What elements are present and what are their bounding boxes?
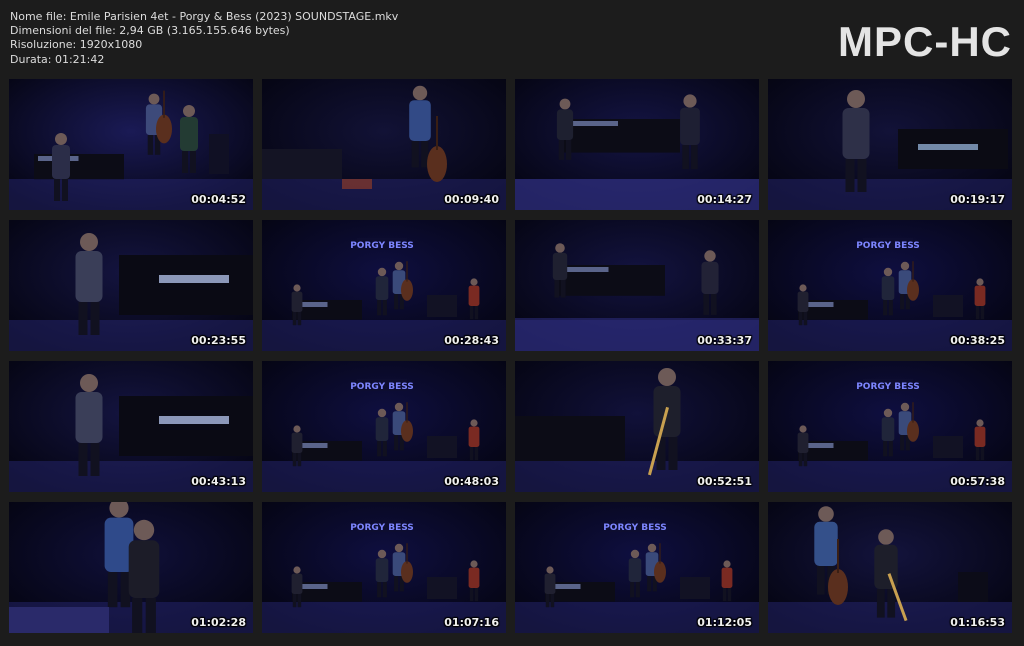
- scene-image: PORGY BESS: [768, 220, 1012, 351]
- scene-image: PORGY BESS: [262, 361, 506, 492]
- scene-image: [768, 79, 1012, 210]
- scene-image: [9, 502, 253, 633]
- file-name: Nome file: Emile Parisien 4et - Porgy & …: [10, 10, 399, 23]
- thumbnail[interactable]: 00:43:13: [9, 361, 253, 492]
- timestamp: 01:12:05: [697, 616, 752, 629]
- thumbnail[interactable]: 00:52:51: [515, 361, 759, 492]
- timestamp: 00:09:40: [444, 193, 499, 206]
- thumbnail-grid: 00:04:52 00:09:40 00:14:27 00:19:17 00:2…: [9, 79, 1012, 633]
- thumbnail[interactable]: PORGY BESS 01:07:16: [262, 502, 506, 633]
- file-duration: Durata: 01:21:42: [10, 52, 105, 66]
- thumbnail[interactable]: 01:02:28: [9, 502, 253, 633]
- thumbnail[interactable]: PORGY BESS 00:57:38: [768, 361, 1012, 492]
- scene-image: [515, 79, 759, 210]
- thumbnail[interactable]: 00:04:52: [9, 79, 253, 210]
- thumbnail[interactable]: 00:14:27: [515, 79, 759, 210]
- thumbnail[interactable]: 00:23:55: [9, 220, 253, 351]
- svg-text:PORGY BESS: PORGY BESS: [350, 523, 414, 533]
- timestamp: 00:38:25: [950, 334, 1005, 347]
- thumbnail[interactable]: PORGY BESS 00:28:43: [262, 220, 506, 351]
- svg-text:PORGY BESS: PORGY BESS: [350, 241, 414, 251]
- scene-image: [9, 220, 253, 351]
- scene-image: [262, 79, 506, 210]
- file-info: Nome file: Emile Parisien 4et - Porgy & …: [10, 10, 398, 67]
- thumbnail[interactable]: PORGY BESS 00:48:03: [262, 361, 506, 492]
- thumbnail[interactable]: 00:33:37: [515, 220, 759, 351]
- file-size: Dimensioni del file: 2,94 GB (3.165.155.…: [10, 24, 290, 38]
- timestamp: 01:07:16: [444, 616, 499, 629]
- thumbnail[interactable]: 01:16:53: [768, 502, 1012, 633]
- svg-text:PORGY BESS: PORGY BESS: [350, 382, 414, 392]
- scene-image: PORGY BESS: [262, 502, 506, 633]
- timestamp: 00:14:27: [697, 193, 752, 206]
- timestamp: 00:23:55: [191, 334, 246, 347]
- scene-image: [9, 79, 253, 210]
- timestamp: 00:33:37: [697, 334, 752, 347]
- scene-image: [515, 361, 759, 492]
- thumbnail[interactable]: PORGY BESS 00:38:25: [768, 220, 1012, 351]
- scene-image: PORGY BESS: [262, 220, 506, 351]
- scene-image: [9, 361, 253, 492]
- scene-image: PORGY BESS: [515, 502, 759, 633]
- thumbnail[interactable]: PORGY BESS 01:12:05: [515, 502, 759, 633]
- mpc-hc-logo: MPC-HC: [838, 18, 1012, 65]
- thumbnail[interactable]: 00:09:40: [262, 79, 506, 210]
- timestamp: 01:16:53: [950, 616, 1005, 629]
- svg-text:PORGY BESS: PORGY BESS: [856, 382, 920, 392]
- timestamp: 00:57:38: [950, 475, 1005, 488]
- scene-image: [515, 220, 759, 351]
- svg-text:PORGY BESS: PORGY BESS: [856, 241, 920, 251]
- header: Nome file: Emile Parisien 4et - Porgy & …: [0, 0, 1024, 78]
- scene-image: [768, 502, 1012, 633]
- timestamp: 00:52:51: [697, 475, 752, 488]
- timestamp: 01:02:28: [191, 616, 246, 629]
- thumbnail[interactable]: 00:19:17: [768, 79, 1012, 210]
- scene-image: PORGY BESS: [768, 361, 1012, 492]
- timestamp: 00:48:03: [444, 475, 499, 488]
- timestamp: 00:19:17: [950, 193, 1005, 206]
- timestamp: 00:04:52: [191, 193, 246, 206]
- svg-text:PORGY BESS: PORGY BESS: [603, 523, 667, 533]
- timestamp: 00:28:43: [444, 334, 499, 347]
- timestamp: 00:43:13: [191, 475, 246, 488]
- file-resolution: Risoluzione: 1920x1080: [10, 38, 143, 52]
